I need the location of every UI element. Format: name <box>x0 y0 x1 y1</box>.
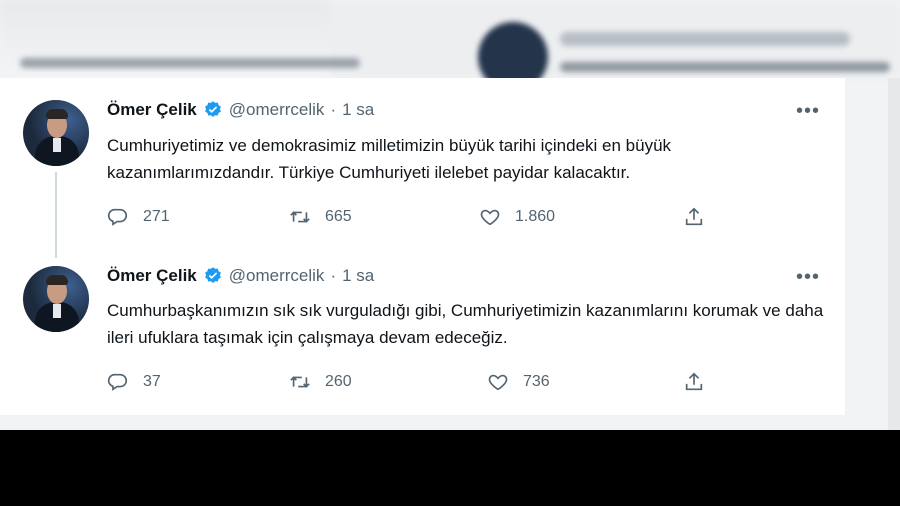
author-handle[interactable]: @omerrcelik <box>229 100 325 120</box>
blurred-text-2 <box>560 62 890 72</box>
retweet-icon <box>290 211 310 223</box>
verified-badge-icon <box>204 101 221 117</box>
author-name[interactable]: Ömer Çelik <box>107 266 197 286</box>
reply-button[interactable]: 271 <box>107 206 170 228</box>
avatar[interactable] <box>23 100 89 166</box>
like-count: 736 <box>523 373 550 390</box>
blurred-name <box>560 32 850 46</box>
tweet-timestamp[interactable]: 1 sa <box>342 100 374 120</box>
blurred-background <box>0 0 900 92</box>
tweet-actions: 37 260 736 <box>107 371 707 395</box>
like-count: 1.860 <box>515 208 556 225</box>
share-button[interactable] <box>683 371 705 393</box>
reply-count: 271 <box>143 208 170 225</box>
tweet-header: Ömer Çelik @omerrcelik · 1 sa <box>107 264 374 288</box>
retweet-count: 665 <box>325 208 352 225</box>
verified-badge-icon <box>204 267 221 283</box>
reply-icon <box>107 373 128 391</box>
right-gutter <box>888 78 900 430</box>
screen: Ömer Çelik @omerrcelik · 1 sa ••• Cumhur… <box>0 0 900 430</box>
retweet-icon <box>290 376 310 388</box>
tweet-timestamp[interactable]: 1 sa <box>342 266 374 286</box>
like-button[interactable]: 736 <box>487 371 550 393</box>
separator-dot: · <box>330 100 337 119</box>
share-icon <box>685 372 703 391</box>
separator-dot: · <box>330 266 337 285</box>
tweet-header: Ömer Çelik @omerrcelik · 1 sa <box>107 98 374 122</box>
tweet-thread-card <box>0 78 846 415</box>
like-button[interactable]: 1.860 <box>479 206 555 228</box>
tweet-actions: 271 665 1.860 <box>107 206 707 230</box>
avatar[interactable] <box>23 266 89 332</box>
retweet-button[interactable]: 260 <box>289 371 352 393</box>
blurred-text <box>20 58 360 68</box>
reply-icon <box>107 208 128 226</box>
author-handle[interactable]: @omerrcelik <box>229 266 325 286</box>
share-button[interactable] <box>683 206 705 228</box>
reply-count: 37 <box>143 373 161 390</box>
share-icon <box>685 207 703 226</box>
reply-button[interactable]: 37 <box>107 371 161 393</box>
thread-connector-line <box>55 172 57 258</box>
retweet-button[interactable]: 665 <box>289 206 352 228</box>
author-name[interactable]: Ömer Çelik <box>107 100 197 120</box>
tweet-text: Cumhurbaşkanımızın sık sık vurguladığı g… <box>107 301 824 347</box>
more-horizontal-icon[interactable]: ••• <box>796 100 819 122</box>
card-divider <box>0 415 845 416</box>
retweet-count: 260 <box>325 373 352 390</box>
more-horizontal-icon[interactable]: ••• <box>796 266 819 288</box>
heart-icon <box>488 374 508 391</box>
tweet-text: Cumhuriyetimiz ve demokrasimiz milletimi… <box>107 136 672 182</box>
heart-icon <box>480 209 500 226</box>
